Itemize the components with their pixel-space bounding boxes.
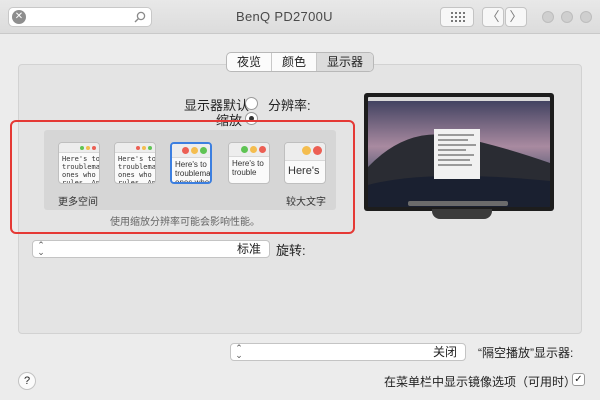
- scale-preview-text: Here's to the cr troublemakers. ones who…: [118, 155, 156, 184]
- scale-option-larger-text[interactable]: Here's: [284, 142, 326, 184]
- scaled-radio[interactable]: [245, 112, 258, 125]
- search-field[interactable]: ✕: [8, 7, 152, 27]
- scale-option-more-space[interactable]: Here's to the crazy troublemakers. The o…: [58, 142, 100, 184]
- scale-preview-text: Here's: [288, 165, 320, 177]
- back-button[interactable]: 〈: [482, 7, 504, 27]
- scale-option-2[interactable]: Here's to trouble: [228, 142, 270, 184]
- help-button[interactable]: ?: [18, 372, 36, 390]
- rotation-select[interactable]: ⌃ ⌄ 标准: [32, 240, 270, 258]
- scale-preview-text: Here's to troublema ones who: [175, 160, 211, 184]
- scale-option-default[interactable]: Here's to troublema ones who: [170, 142, 212, 184]
- airplay-display-label: “隔空播放”显示器:: [478, 346, 574, 360]
- scaled-label: 缩放: [216, 113, 243, 128]
- rotation-label: 旋转:: [276, 243, 306, 258]
- resolution-label: 分辨率:: [268, 98, 311, 113]
- window-button-1[interactable]: [542, 11, 554, 23]
- window-button-2[interactable]: [561, 11, 573, 23]
- monitor-stand: [432, 209, 492, 219]
- monitor-illustration: [364, 93, 554, 219]
- show-all-button[interactable]: [440, 7, 474, 27]
- tab-display[interactable]: 显示器: [317, 53, 374, 71]
- stepper-arrows-icon: ⌃ ⌄: [235, 343, 243, 360]
- airplay-display-select[interactable]: ⌃ ⌄ 关闭: [230, 343, 466, 361]
- stepper-arrows-icon: ⌃ ⌄: [37, 240, 45, 257]
- scaling-performance-note: 使用缩放分辨率可能会影响性能。: [110, 217, 260, 228]
- tab-color[interactable]: 颜色: [272, 53, 318, 71]
- larger-text-label: 较大文字: [286, 197, 326, 208]
- more-space-label: 更多空间: [58, 197, 98, 208]
- scale-option-4[interactable]: Here's to the cr troublemakers. ones who…: [114, 142, 156, 184]
- scale-preview-text: Here's to trouble: [232, 159, 264, 177]
- magnifier-icon: [134, 11, 146, 23]
- grid-icon: [451, 12, 465, 22]
- tab-bar: 夜览 颜色 显示器: [226, 52, 375, 72]
- scale-preview-text: Here's to the crazy troublemakers. The o…: [62, 155, 100, 184]
- window-button-3[interactable]: [580, 11, 592, 23]
- window-title: BenQ PD2700U: [236, 9, 333, 24]
- tab-night-shift[interactable]: 夜览: [227, 53, 273, 71]
- show-mirroring-label: 在菜单栏中显示镜像选项（可用时）: [384, 375, 577, 389]
- title-bar: ✕ BenQ PD2700U 〈 〉: [0, 0, 600, 34]
- clear-icon[interactable]: ✕: [12, 10, 26, 24]
- preferences-window: ✕ BenQ PD2700U 〈 〉 夜览 颜色 显示器 分辨率: 显示器默认 …: [0, 0, 600, 400]
- forward-button[interactable]: 〉: [505, 7, 527, 27]
- wallpaper-image: [368, 97, 550, 207]
